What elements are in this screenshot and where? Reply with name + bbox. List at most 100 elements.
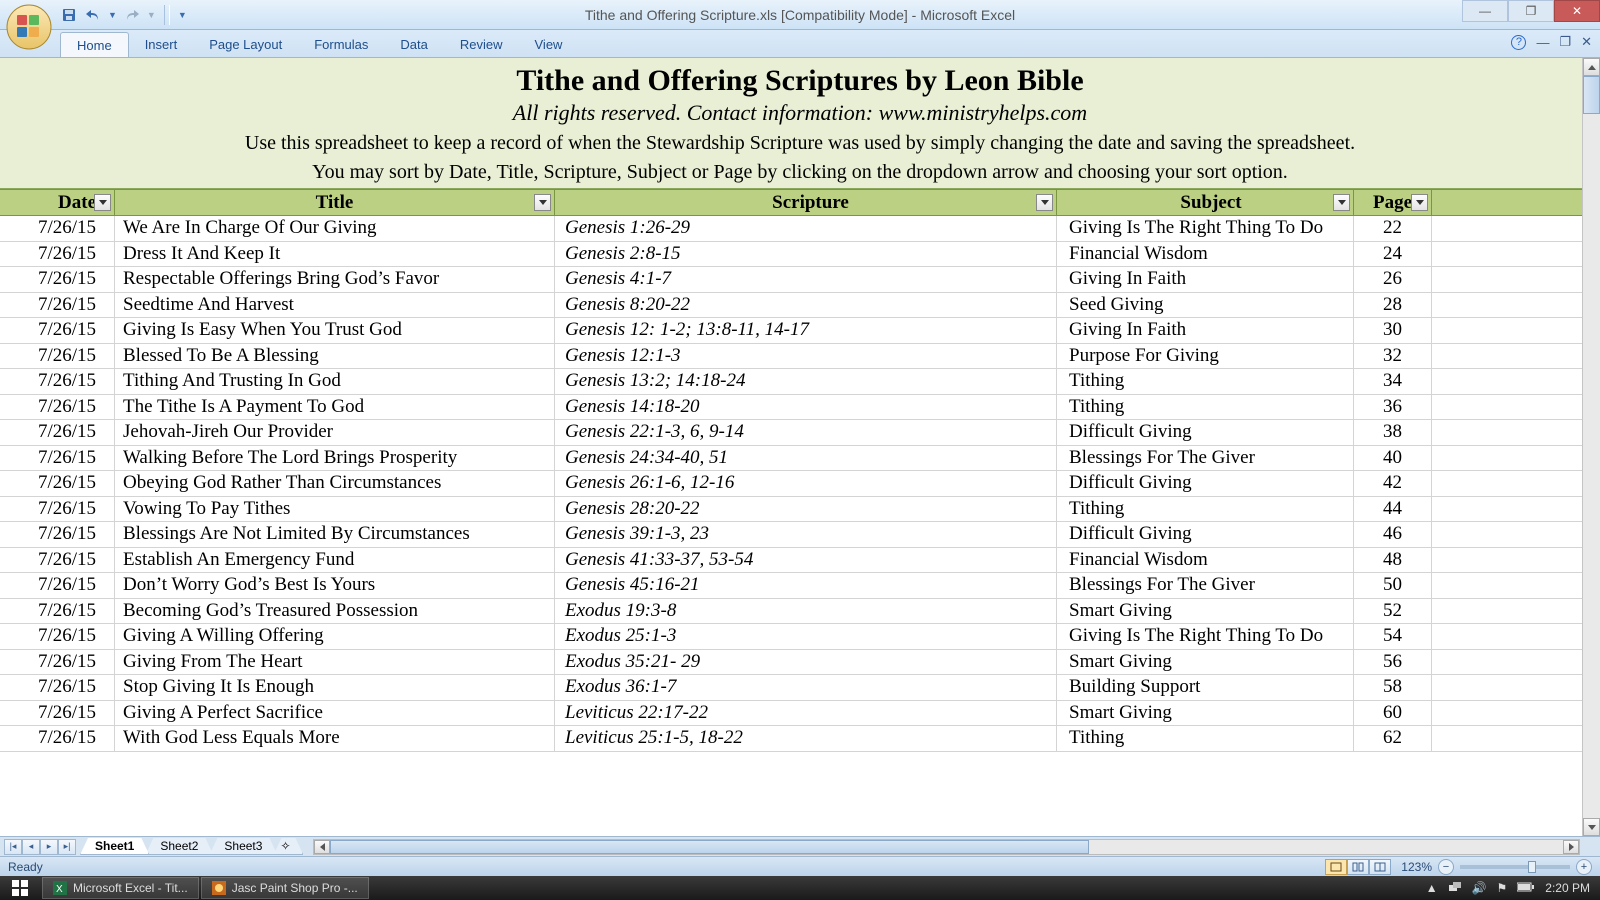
data-grid[interactable]: 7/26/15We Are In Charge Of Our GivingGen… [0,216,1600,752]
cell-subject[interactable]: Difficult Giving [1057,471,1354,496]
cell-page[interactable]: 34 [1354,369,1432,394]
cell-scripture[interactable]: Genesis 28:20-22 [555,497,1057,522]
horizontal-scrollbar[interactable] [313,839,1580,855]
cell-subject[interactable]: Building Support [1057,675,1354,700]
cell-title[interactable]: Dress It And Keep It [115,242,555,267]
cell-page[interactable]: 24 [1354,242,1432,267]
cell-subject[interactable]: Smart Giving [1057,599,1354,624]
cell-date[interactable]: 7/26/15 [0,548,115,573]
scroll-down-button[interactable] [1583,818,1600,836]
cell-subject[interactable]: Blessings For The Giver [1057,446,1354,471]
cell-page[interactable]: 32 [1354,344,1432,369]
cell-subject[interactable]: Giving In Faith [1057,318,1354,343]
view-normal-button[interactable] [1325,859,1347,875]
table-row[interactable]: 7/26/15Obeying God Rather Than Circumsta… [0,471,1600,497]
cell-subject[interactable]: Smart Giving [1057,650,1354,675]
cell-page[interactable]: 46 [1354,522,1432,547]
cell-page[interactable]: 62 [1354,726,1432,751]
tray-battery-icon[interactable] [1517,881,1535,895]
cell-date[interactable]: 7/26/15 [0,497,115,522]
tray-volume-icon[interactable]: 🔊 [1472,881,1487,895]
table-row[interactable]: 7/26/15Giving A Perfect SacrificeLevitic… [0,701,1600,727]
cell-title[interactable]: Walking Before The Lord Brings Prosperit… [115,446,555,471]
qat-customize-icon[interactable]: ▼ [178,10,187,20]
table-row[interactable]: 7/26/15Blessed To Be A BlessingGenesis 1… [0,344,1600,370]
cell-page[interactable]: 60 [1354,701,1432,726]
table-row[interactable]: 7/26/15Respectable Offerings Bring God’s… [0,267,1600,293]
cell-page[interactable]: 38 [1354,420,1432,445]
cell-subject[interactable]: Financial Wisdom [1057,548,1354,573]
filter-title-button[interactable] [534,194,551,211]
table-row[interactable]: 7/26/15Giving Is Easy When You Trust God… [0,318,1600,344]
doc-restore-icon[interactable]: ❐ [1559,34,1571,50]
cell-title[interactable]: Jehovah-Jireh Our Provider [115,420,555,445]
ribbon-tab-review[interactable]: Review [444,32,519,57]
cell-date[interactable]: 7/26/15 [0,395,115,420]
taskbar-item[interactable]: Jasc Paint Shop Pro -... [201,877,369,899]
table-row[interactable]: 7/26/15Vowing To Pay TithesGenesis 28:20… [0,497,1600,523]
cell-page[interactable]: 58 [1354,675,1432,700]
cell-scripture[interactable]: Exodus 35:21- 29 [555,650,1057,675]
table-row[interactable]: 7/26/15Giving A Willing OfferingExodus 2… [0,624,1600,650]
cell-title[interactable]: Giving A Perfect Sacrifice [115,701,555,726]
cell-scripture[interactable]: Exodus 36:1-7 [555,675,1057,700]
table-row[interactable]: 7/26/15Walking Before The Lord Brings Pr… [0,446,1600,472]
cell-page[interactable]: 30 [1354,318,1432,343]
cell-title[interactable]: Becoming God’s Treasured Possession [115,599,555,624]
cell-scripture[interactable]: Genesis 4:1-7 [555,267,1057,292]
help-icon[interactable]: ? [1511,35,1526,50]
cell-title[interactable]: Seedtime And Harvest [115,293,555,318]
cell-subject[interactable]: Smart Giving [1057,701,1354,726]
save-icon[interactable] [60,6,78,24]
table-row[interactable]: 7/26/15Seedtime And HarvestGenesis 8:20-… [0,293,1600,319]
ribbon-tab-insert[interactable]: Insert [129,32,194,57]
cell-date[interactable]: 7/26/15 [0,573,115,598]
cell-scripture[interactable]: Genesis 22:1-3, 6, 9-14 [555,420,1057,445]
cell-title[interactable]: Giving From The Heart [115,650,555,675]
cell-page[interactable]: 26 [1354,267,1432,292]
undo-dropdown-icon[interactable]: ▼ [108,10,117,20]
cell-subject[interactable]: Giving Is The Right Thing To Do [1057,216,1354,241]
sheet-next-button[interactable]: ▸ [40,839,58,855]
doc-minimize-icon[interactable]: — [1536,35,1549,50]
sheet-prev-button[interactable]: ◂ [22,839,40,855]
hscroll-left-button[interactable] [314,840,330,854]
cell-date[interactable]: 7/26/15 [0,344,115,369]
cell-title[interactable]: Don’t Worry God’s Best Is Yours [115,573,555,598]
cell-page[interactable]: 56 [1354,650,1432,675]
ribbon-tab-page-layout[interactable]: Page Layout [193,32,298,57]
cell-subject[interactable]: Difficult Giving [1057,420,1354,445]
cell-scripture[interactable]: Genesis 14:18-20 [555,395,1057,420]
cell-page[interactable]: 28 [1354,293,1432,318]
table-row[interactable]: 7/26/15Don’t Worry God’s Best Is YoursGe… [0,573,1600,599]
ribbon-tab-home[interactable]: Home [60,32,129,57]
taskbar-item[interactable]: XMicrosoft Excel - Tit... [42,877,199,899]
sheet-tab-sheet1[interactable]: Sheet1 [80,838,149,855]
ribbon-tab-formulas[interactable]: Formulas [298,32,384,57]
table-row[interactable]: 7/26/15Jehovah-Jireh Our ProviderGenesis… [0,420,1600,446]
tray-clock[interactable]: 2:20 PM [1545,881,1590,895]
cell-subject[interactable]: Purpose For Giving [1057,344,1354,369]
cell-title[interactable]: With God Less Equals More [115,726,555,751]
scroll-thumb[interactable] [1583,76,1600,114]
table-row[interactable]: 7/26/15Becoming God’s Treasured Possessi… [0,599,1600,625]
cell-scripture[interactable]: Leviticus 22:17-22 [555,701,1057,726]
cell-title[interactable]: Blessings Are Not Limited By Circumstanc… [115,522,555,547]
filter-subject-button[interactable] [1333,194,1350,211]
filter-page-button[interactable] [1411,194,1428,211]
cell-subject[interactable]: Financial Wisdom [1057,242,1354,267]
cell-subject[interactable]: Giving Is The Right Thing To Do [1057,624,1354,649]
zoom-out-button[interactable]: − [1438,859,1454,875]
doc-close-icon[interactable]: ✕ [1581,34,1592,50]
cell-scripture[interactable]: Genesis 2:8-15 [555,242,1057,267]
cell-title[interactable]: Blessed To Be A Blessing [115,344,555,369]
view-page-break-button[interactable] [1369,859,1391,875]
cell-title[interactable]: Giving Is Easy When You Trust God [115,318,555,343]
cell-scripture[interactable]: Genesis 12:1-3 [555,344,1057,369]
zoom-in-button[interactable]: + [1576,859,1592,875]
cell-date[interactable]: 7/26/15 [0,650,115,675]
zoom-slider[interactable] [1460,865,1570,869]
cell-date[interactable]: 7/26/15 [0,599,115,624]
tray-network-icon[interactable] [1448,880,1462,897]
vertical-scrollbar[interactable] [1582,58,1600,836]
